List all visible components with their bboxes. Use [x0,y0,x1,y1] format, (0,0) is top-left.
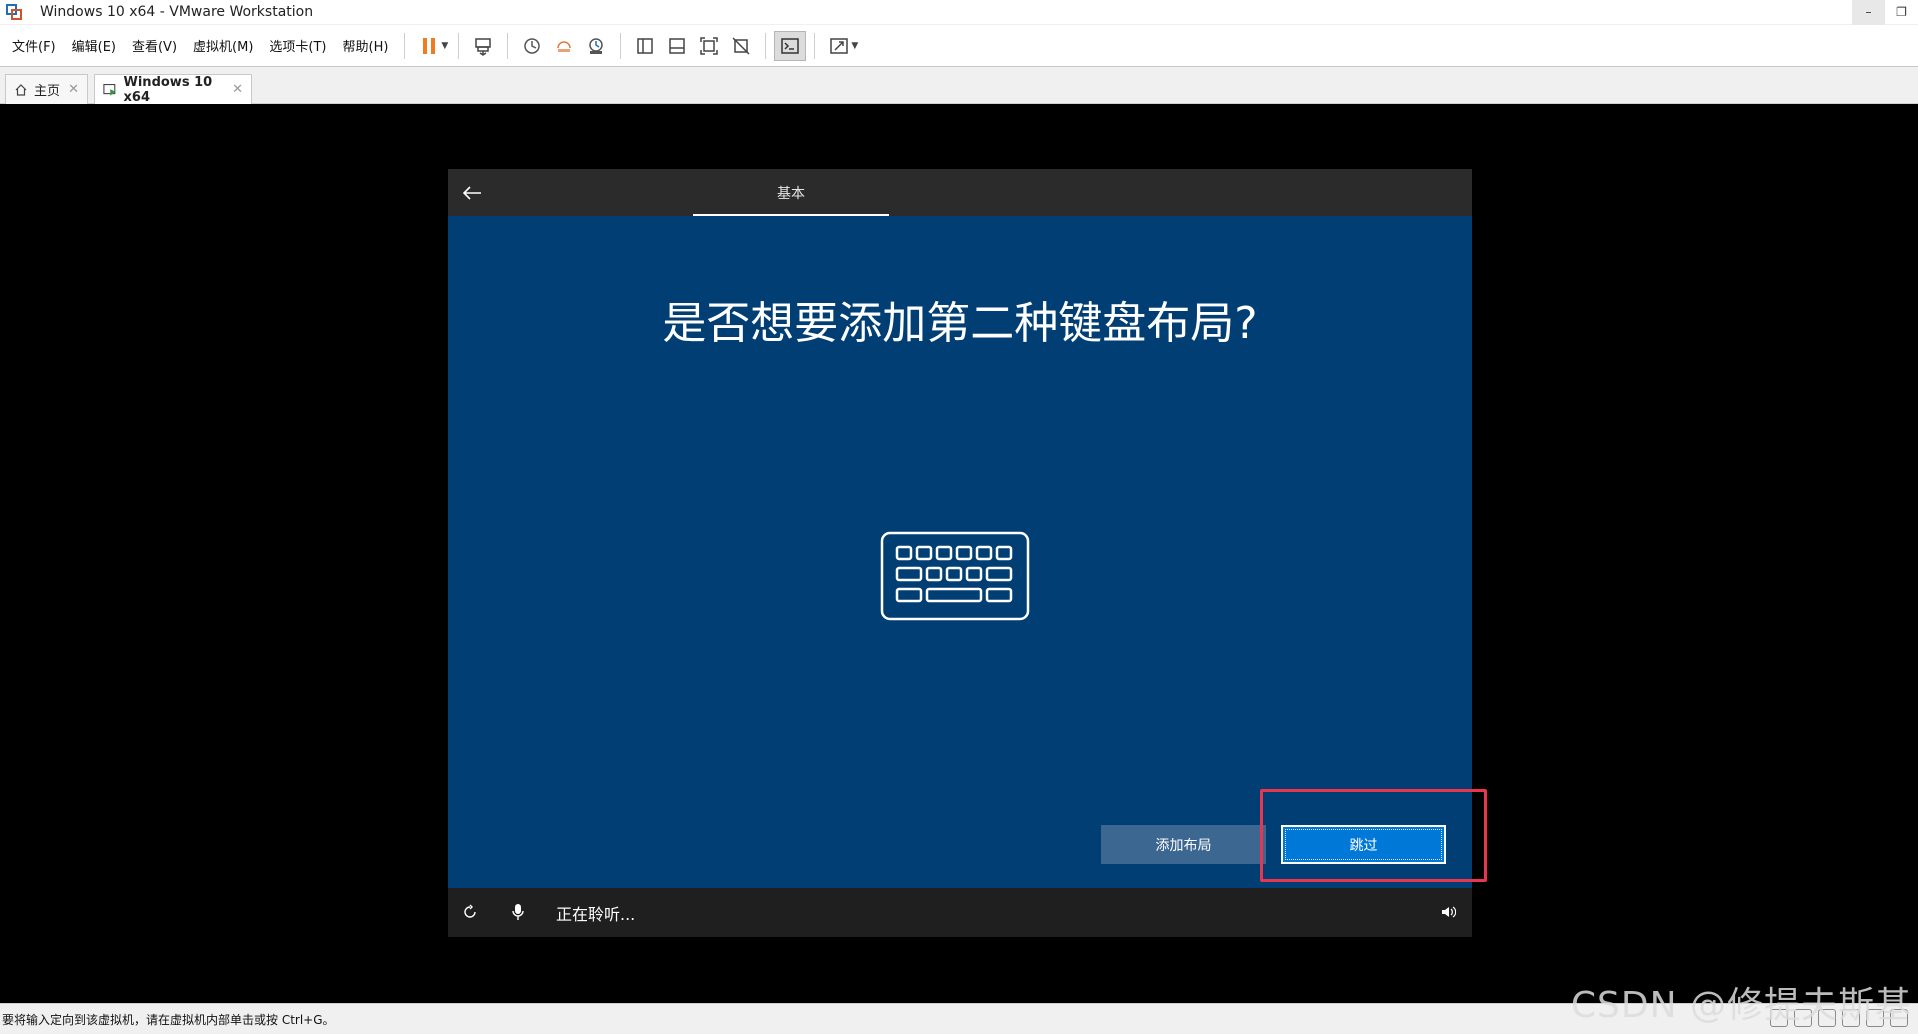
tab-windows-10-vm[interactable]: Windows 10 x64 ✕ [94,74,252,105]
vm-display[interactable]: 基本 是否想要添加第二种键盘布局? 添加布局 跳过 正在聆听... [0,104,1918,1003]
home-icon [15,83,27,96]
keyboard-icon [880,531,1030,621]
oobe-footer: 正在聆听... [448,888,1472,937]
tab-home[interactable]: 主页 ✕ [5,74,88,104]
menu-help[interactable]: 帮助(H) [335,31,397,61]
listening-status: 正在聆听... [556,905,636,924]
close-icon[interactable]: ✕ [68,82,79,97]
back-arrow-icon[interactable] [458,179,486,207]
menu-vm[interactable]: 虚拟机(M) [185,31,261,61]
snapshot-icon[interactable] [516,31,548,61]
toolbar-separator [620,32,622,59]
vmware-app-icon [5,3,23,21]
title-bar: Windows 10 x64 - VMware Workstation – ❐ [0,0,1918,25]
microphone-icon[interactable] [506,900,530,924]
minimize-button[interactable]: – [1852,0,1885,25]
page-title: 是否想要添加第二种键盘布局? [662,298,1258,349]
oobe-header: 基本 [448,169,1472,216]
tab-bar: 主页 ✕ Windows 10 x64 ✕ [0,67,1918,105]
menu-view[interactable]: 查看(V) [124,31,185,61]
menu-bar: 文件(F) 编辑(E) 查看(V) 虚拟机(M) 选项卡(T) 帮助(H) ▼ … [0,25,1918,67]
window-controls: – ❐ [1852,0,1918,25]
highlight-annotation [1260,789,1487,882]
windows-oobe-screen: 基本 是否想要添加第二种键盘布局? 添加布局 跳过 正在聆听... [448,169,1487,937]
toolbar-separator [765,32,767,59]
toolbar-separator [507,32,509,59]
revert-snapshot-icon[interactable] [548,31,580,61]
vm-icon [103,83,116,95]
tab-vm-label: Windows 10 x64 [123,74,213,105]
tab-basics: 基本 [693,169,889,216]
toolbar-separator [814,32,816,59]
menu-edit[interactable]: 编辑(E) [64,31,124,61]
sidebar-toggle-icon[interactable] [629,31,661,61]
toolbar-separator [404,32,406,59]
send-ctrl-alt-del-icon[interactable] [467,31,499,61]
unity-mode-icon[interactable] [725,31,757,61]
status-message: 要将输入定向到该虚拟机，请在虚拟机内部单击或按 Ctrl+G。 [2,1013,335,1027]
full-screen-icon[interactable] [693,31,725,61]
close-icon[interactable]: ✕ [232,82,243,97]
stretch-dropdown-icon[interactable]: ▼ [851,41,858,51]
ease-of-access-icon[interactable] [458,900,482,924]
add-layout-button[interactable]: 添加布局 [1101,825,1266,864]
thumbnail-bar-icon[interactable] [661,31,693,61]
snapshot-manager-icon[interactable] [580,31,612,61]
volume-icon[interactable] [1436,900,1460,924]
toolbar-separator [458,32,460,59]
console-view-icon[interactable] [774,30,807,61]
menu-tabs[interactable]: 选项卡(T) [261,31,334,61]
window-title: Windows 10 x64 - VMware Workstation [40,4,314,20]
csdn-watermark: CSDN @修提夫斯基 [1570,985,1912,1026]
tab-home-label: 主页 [34,84,61,99]
restore-button[interactable]: ❐ [1885,0,1918,25]
menu-file[interactable]: 文件(F) [4,31,64,61]
pause-dropdown-icon[interactable]: ▼ [441,41,448,51]
